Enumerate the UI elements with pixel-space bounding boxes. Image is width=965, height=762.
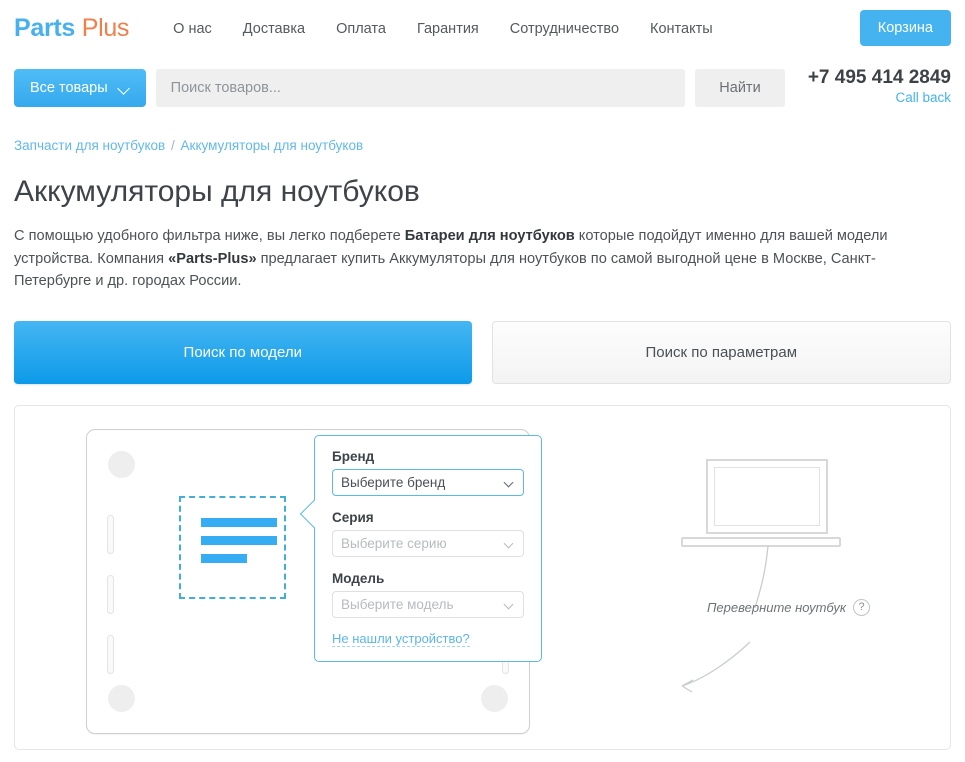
main-nav: О нас Доставка Оплата Гарантия Сотруднич… <box>173 21 713 37</box>
laptop-screen-icon <box>706 459 828 534</box>
lead-bold-company: «Parts-Plus» <box>168 251 256 267</box>
brand-field-label: Бренд <box>332 449 524 464</box>
breadcrumb-separator: / <box>171 138 175 153</box>
breadcrumb: Запчасти для ноутбуков / Аккумуляторы дл… <box>14 118 951 153</box>
search-bar: Все товары Найти +7 495 414 2849 Call ba… <box>0 57 965 118</box>
flip-laptop-text: Переверните ноутбук <box>707 600 846 615</box>
tab-search-by-parameters[interactable]: Поиск по параметрам <box>492 321 952 384</box>
site-logo[interactable]: Parts Plus <box>14 14 129 43</box>
laptop-sticker-icon <box>179 496 286 599</box>
sticker-bar <box>201 518 277 527</box>
model-select-value: Выберите модель <box>341 597 453 612</box>
chevron-down-icon <box>505 540 514 549</box>
brand-select-value: Выберите бренд <box>341 475 445 490</box>
nav-item-partnership[interactable]: Сотрудничество <box>510 21 619 37</box>
model-finder-form: Бренд Выберите бренд Серия Выберите сери… <box>314 435 542 662</box>
nav-item-warranty[interactable]: Гарантия <box>417 21 479 37</box>
flip-laptop-note: Переверните ноутбук ? <box>707 599 870 616</box>
breadcrumb-item-batteries[interactable]: Аккумуляторы для ноутбуков <box>181 138 364 153</box>
help-icon[interactable]: ? <box>853 599 870 616</box>
cart-button[interactable]: Корзина <box>860 10 951 46</box>
nav-item-delivery[interactable]: Доставка <box>243 21 305 37</box>
callback-link[interactable]: Call back <box>895 90 951 105</box>
laptop-foot-icon <box>481 685 508 712</box>
find-button[interactable]: Найти <box>695 69 785 107</box>
logo-text-parts: Parts <box>14 14 75 42</box>
model-select[interactable]: Выберите модель <box>332 591 524 618</box>
page-description: С помощью удобного фильтра ниже, вы легк… <box>14 225 934 293</box>
lead-bold-batteries: Батареи для ноутбуков <box>405 228 575 244</box>
lead-text-1: С помощью удобного фильтра ниже, вы легк… <box>14 228 405 244</box>
breadcrumb-item-parts[interactable]: Запчасти для ноутбуков <box>14 138 165 153</box>
flip-arrow-icon <box>655 546 915 726</box>
sticker-bar <box>201 554 247 563</box>
chevron-down-icon <box>505 479 514 488</box>
series-select[interactable]: Выберите серию <box>332 530 524 557</box>
search-mode-tabs: Поиск по модели Поиск по параметрам <box>14 321 951 384</box>
laptop-vent-slot-icon <box>107 515 114 554</box>
logo-text-plus: Plus <box>82 14 129 42</box>
all-goods-dropdown[interactable]: Все товары <box>14 69 146 107</box>
laptop-screen-inner <box>714 467 820 526</box>
series-field-label: Серия <box>332 510 524 525</box>
laptop-foot-icon <box>108 451 135 478</box>
search-input[interactable] <box>156 69 685 107</box>
chevron-down-icon <box>505 601 514 610</box>
tab-search-by-model[interactable]: Поиск по модели <box>14 321 472 384</box>
nav-item-payment[interactable]: Оплата <box>336 21 386 37</box>
chevron-down-icon <box>119 84 130 91</box>
laptop-vent-slot-icon <box>107 575 114 614</box>
laptop-front-illustration <box>681 459 841 559</box>
brand-select[interactable]: Выберите бренд <box>332 469 524 496</box>
nav-item-contacts[interactable]: Контакты <box>650 21 713 37</box>
all-goods-label: Все товары <box>30 80 108 96</box>
laptop-foot-icon <box>108 685 135 712</box>
nav-item-about[interactable]: О нас <box>173 21 212 37</box>
phone-number: +7 495 414 2849 <box>801 67 951 89</box>
device-not-found-link[interactable]: Не нашли устройство? <box>332 631 470 647</box>
series-select-value: Выберите серию <box>341 536 447 551</box>
phone-block: +7 495 414 2849 Call back <box>801 67 951 107</box>
sticker-bar <box>201 536 277 545</box>
site-header: Parts Plus О нас Доставка Оплата Гаранти… <box>0 0 965 57</box>
model-field-label: Модель <box>332 571 524 586</box>
laptop-vent-slot-icon <box>107 635 114 674</box>
page-title: Аккумуляторы для ноутбуков <box>14 175 951 209</box>
